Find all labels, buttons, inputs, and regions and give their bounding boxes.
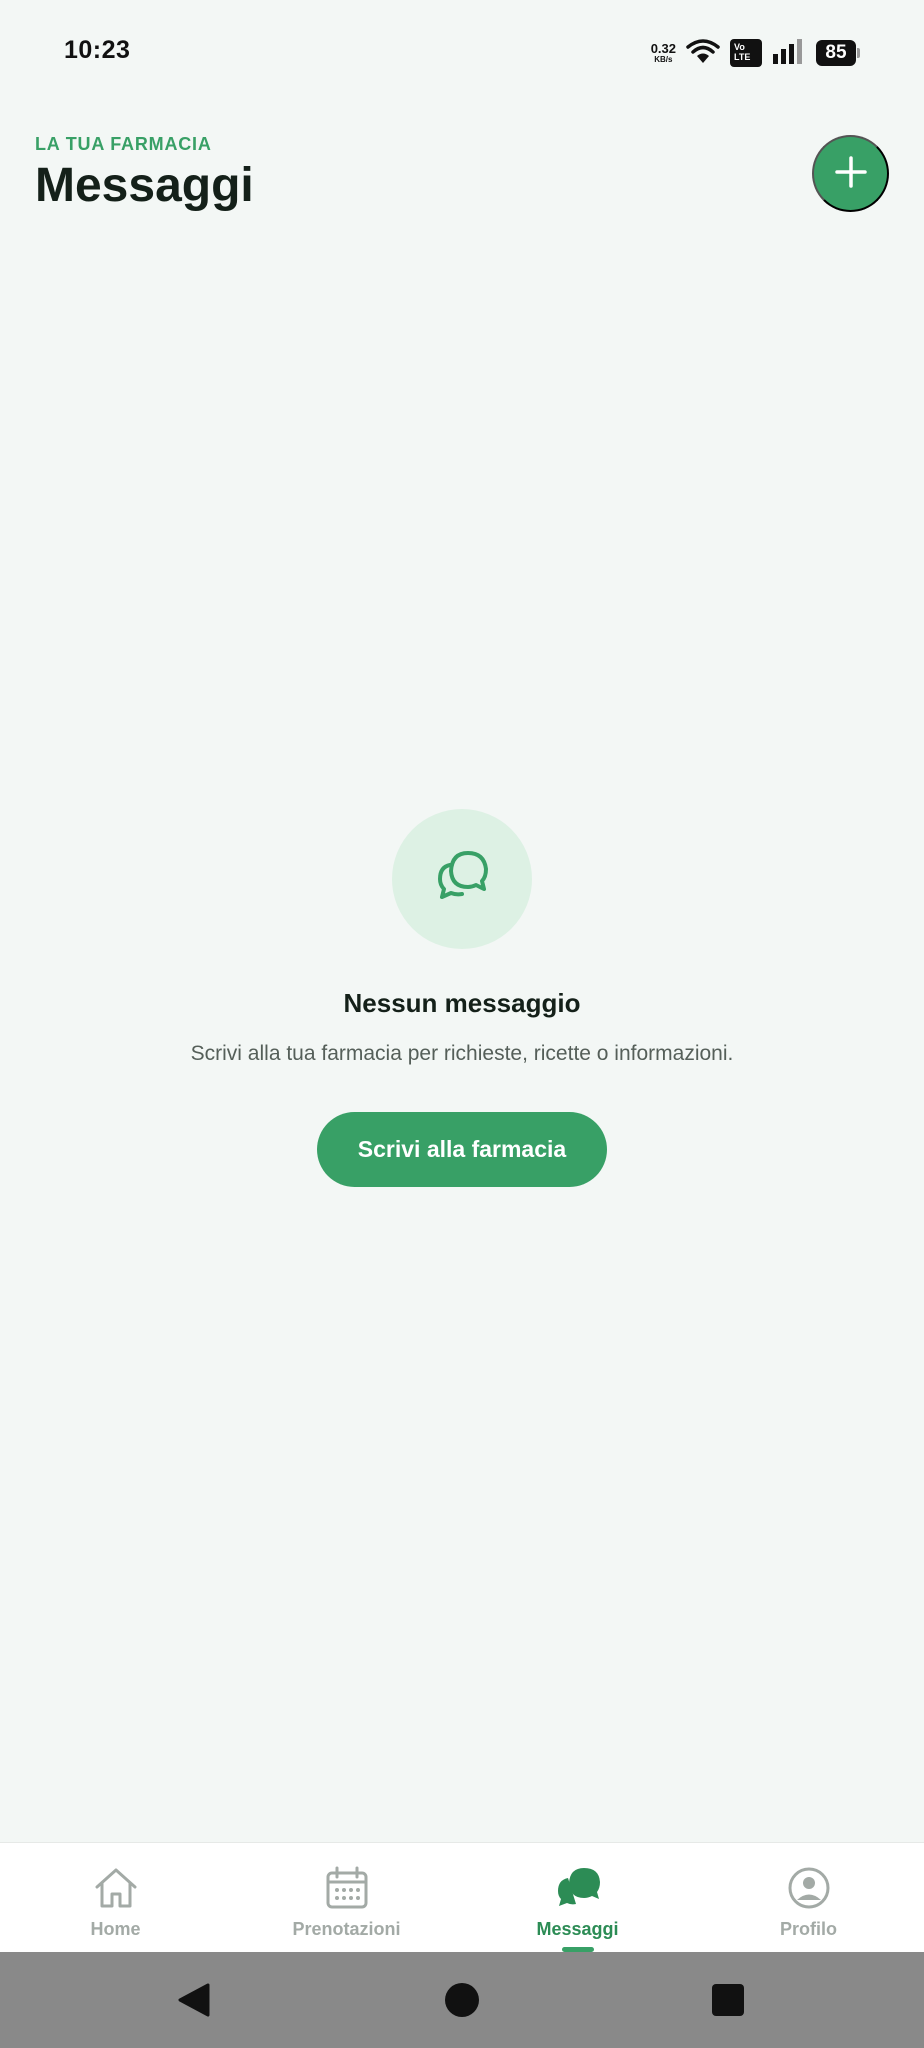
wifi-icon	[686, 37, 720, 70]
network-speed-unit: KB/s	[654, 55, 673, 64]
network-speed-value: 0.32	[650, 41, 676, 56]
signal-icon	[772, 38, 806, 69]
page-title: Messaggi	[35, 159, 254, 212]
back-triangle-icon[interactable]	[170, 1976, 218, 2024]
plus-icon	[834, 155, 868, 192]
nav-label-home: Home	[90, 1919, 141, 1939]
chat-icon	[553, 1863, 603, 1913]
recents-square-icon[interactable]	[704, 1976, 752, 2024]
status-icons: 0.32 KB/s Vo LTE 85	[651, 38, 860, 68]
battery-icon: 85	[816, 40, 860, 66]
nav-item-home[interactable]: Home	[0, 1843, 231, 1952]
bottom-nav: Home Prenotazioni Messaggi Profilo	[0, 1842, 924, 1952]
network-speed: 0.32 KB/s	[651, 42, 676, 64]
battery-tip	[857, 48, 860, 58]
home-icon	[91, 1863, 141, 1913]
nav-item-messaggi[interactable]: Messaggi	[462, 1843, 693, 1952]
chat-bubbles-icon	[430, 845, 494, 914]
nav-item-prenotazioni[interactable]: Prenotazioni	[231, 1843, 462, 1952]
header-subtitle: LA TUA FARMACIA	[35, 134, 212, 154]
status-time: 10:23	[64, 36, 131, 64]
empty-state-description: Scrivi alla tua farmacia per richieste, …	[190, 1042, 734, 1065]
system-nav-bar	[0, 1952, 924, 2048]
write-to-pharmacy-button[interactable]: Scrivi alla farmacia	[317, 1112, 607, 1187]
empty-state-icon-circle	[392, 809, 532, 949]
add-message-button[interactable]	[812, 135, 889, 212]
volte-top: Vo	[734, 42, 745, 52]
volte-icon: Vo LTE	[730, 39, 762, 67]
volte-bottom: LTE	[734, 52, 751, 62]
nav-item-profilo[interactable]: Profilo	[693, 1843, 924, 1952]
status-bar: 10:23 0.32 KB/s Vo LTE 85	[0, 0, 924, 100]
profile-icon	[784, 1863, 834, 1913]
battery-level: 85	[816, 40, 856, 66]
nav-label-profilo: Profilo	[780, 1919, 837, 1939]
home-circle-icon[interactable]	[438, 1976, 486, 2024]
nav-label-prenotazioni: Prenotazioni	[292, 1919, 401, 1939]
screen: 10:23 0.32 KB/s Vo LTE 85 LA TUA FARMACI…	[0, 0, 924, 2048]
empty-state-title: Nessun messaggio	[343, 988, 581, 1018]
nav-label-messaggi: Messaggi	[536, 1919, 619, 1939]
calendar-icon	[322, 1863, 372, 1913]
